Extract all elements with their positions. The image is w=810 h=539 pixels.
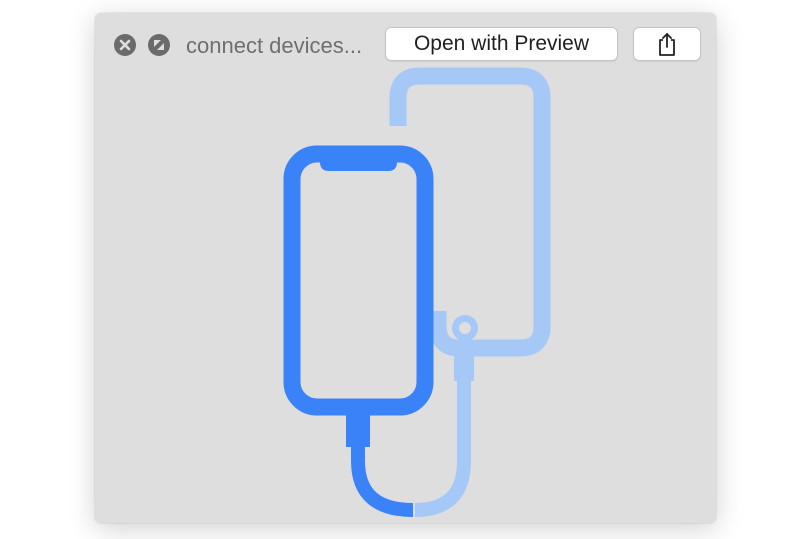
new-device-body	[283, 145, 434, 416]
old-device-connector	[454, 351, 474, 381]
devices-connection-illustration	[283, 67, 551, 517]
quicklook-window: connect devices... Open with Preview	[95, 13, 716, 523]
new-device-phone	[283, 145, 434, 447]
new-device-cable	[351, 447, 414, 517]
new-device-notch	[320, 149, 397, 171]
new-device-connector	[346, 415, 370, 447]
